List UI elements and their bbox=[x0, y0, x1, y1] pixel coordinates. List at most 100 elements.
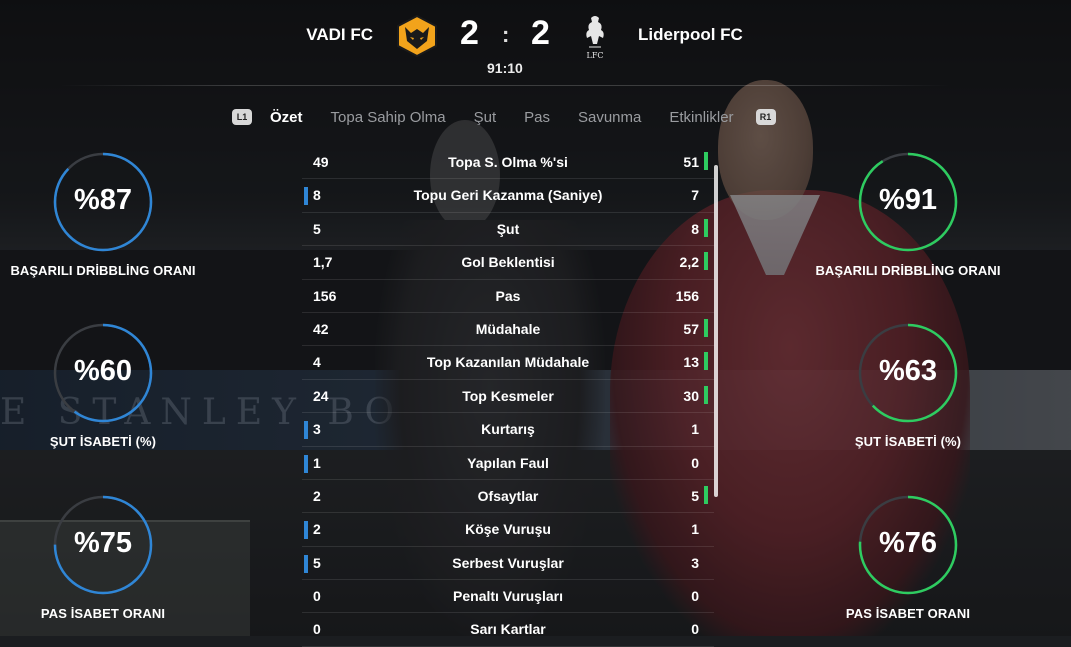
home-ring-stat: %87 BAŞARILI DRİBBLİNG ORANI bbox=[0, 150, 208, 278]
stat-row: Müdahale 42 57 bbox=[302, 313, 714, 347]
stats-scrollbar[interactable] bbox=[714, 165, 718, 497]
stat-label: Ofsaytlar bbox=[477, 487, 539, 504]
tab-possession[interactable]: Topa Sahip Olma bbox=[331, 109, 446, 126]
stat-row: Ofsaytlar 2 5 bbox=[302, 480, 714, 514]
stat-label: Penaltı Vuruşları bbox=[453, 588, 563, 605]
stat-away-value: 0 bbox=[691, 588, 699, 605]
stat-row: Penaltı Vuruşları 0 0 bbox=[302, 580, 714, 614]
stats-table[interactable]: Topa S. Olma %'si 49 51 Topu Geri Kazanma (… bbox=[302, 146, 714, 647]
match-clock: 91:10 bbox=[487, 60, 523, 76]
stat-away-value: 156 bbox=[675, 287, 699, 304]
stat-home-value: 3 bbox=[313, 421, 321, 438]
stat-row: Şut 5 8 bbox=[302, 213, 714, 247]
away-crest-text: LFC bbox=[587, 51, 604, 60]
stat-label: Top Kesmeler bbox=[462, 387, 554, 404]
stat-away-value: 3 bbox=[691, 554, 699, 571]
stat-away-value: 1 bbox=[691, 521, 699, 538]
ring-label: BAŞARILI DRİBBLİNG ORANI bbox=[815, 263, 1001, 278]
stat-row: Pas 156 156 bbox=[302, 280, 714, 313]
stat-label: Top Kazanılan Müdahale bbox=[426, 354, 590, 371]
stat-away-value: 0 bbox=[691, 621, 699, 638]
stat-away-value: 8 bbox=[691, 220, 699, 237]
stat-away-value: 30 bbox=[683, 387, 699, 404]
stat-home-value: 2 bbox=[313, 521, 321, 538]
home-team-name: VADI FC bbox=[306, 25, 373, 44]
stat-label: Gol Beklentisi bbox=[461, 254, 555, 271]
ring-label: PAS İSABET ORANI bbox=[40, 606, 166, 621]
stat-home-value: 1,7 bbox=[313, 254, 333, 271]
stat-row: Top Kesmeler 24 30 bbox=[302, 380, 714, 414]
score-separator: : bbox=[502, 22, 510, 47]
ring-label: ŞUT İSABETİ (%) bbox=[49, 434, 157, 449]
stat-home-value: 4 bbox=[313, 354, 321, 371]
stat-home-value: 24 bbox=[313, 387, 329, 404]
ring-value: %63 bbox=[878, 355, 938, 387]
stat-label: Köşe Vuruşu bbox=[465, 521, 551, 538]
stat-row: Yapılan Faul 1 0 bbox=[302, 447, 714, 480]
away-ring-stat: %63 ŞUT İSABETİ (%) bbox=[803, 321, 1013, 449]
stat-label: Yapılan Faul bbox=[467, 454, 549, 471]
stat-row: Top Kazanılan Müdahale 4 13 bbox=[302, 346, 714, 380]
away-ring-stat: %91 BAŞARILI DRİBBLİNG ORANI bbox=[803, 150, 1013, 278]
header-divider bbox=[60, 85, 950, 86]
liverbird-crest-icon: LFC bbox=[586, 16, 604, 60]
ring-value: %76 bbox=[878, 527, 938, 559]
stat-label: Müdahale bbox=[475, 320, 541, 337]
away-team-name: Liderpool FC bbox=[638, 25, 743, 44]
stat-away-value: 13 bbox=[683, 354, 699, 371]
r1-button-hint[interactable]: R1 bbox=[755, 109, 776, 125]
home-score: 2 bbox=[460, 14, 479, 52]
l1-button-hint[interactable]: L1 bbox=[232, 109, 252, 125]
stat-away-value: 7 bbox=[691, 187, 699, 204]
tab-events[interactable]: Etkinlikler bbox=[669, 109, 733, 126]
stat-home-value: 0 bbox=[313, 621, 321, 638]
ring-label: PAS İSABET ORANI bbox=[845, 606, 971, 621]
ring-label: BAŞARILI DRİBBLİNG ORANI bbox=[10, 263, 196, 278]
tab-summary[interactable]: Özet bbox=[270, 109, 303, 126]
tab-shots[interactable]: Şut bbox=[474, 109, 497, 126]
stat-away-value: 0 bbox=[691, 454, 699, 471]
ring-value: %75 bbox=[73, 527, 133, 559]
stat-home-value: 0 bbox=[313, 588, 321, 605]
stat-away-value: 51 bbox=[683, 154, 699, 170]
stat-label: Kurtarış bbox=[481, 421, 535, 438]
stat-home-value: 2 bbox=[313, 487, 321, 504]
stats-tab-bar: L1 Özet Topa Sahip Olma Şut Pas Savunma … bbox=[232, 106, 776, 128]
stat-label: Serbest Vuruşlar bbox=[452, 554, 564, 571]
stat-row: Gol Beklentisi 1,7 2,2 bbox=[302, 246, 714, 280]
stat-home-value: 5 bbox=[313, 220, 321, 237]
stat-home-value: 8 bbox=[313, 187, 321, 204]
ring-label: ŞUT İSABETİ (%) bbox=[854, 434, 962, 449]
stat-label: Topu Geri Kazanma (Saniye) bbox=[413, 187, 603, 204]
stat-label: Sarı Kartlar bbox=[470, 621, 546, 638]
stat-home-value: 5 bbox=[313, 554, 321, 571]
away-ring-stat: %76 PAS İSABET ORANI bbox=[803, 493, 1013, 621]
home-ring-stat: %75 PAS İSABET ORANI bbox=[0, 493, 208, 621]
stat-label: Pas bbox=[495, 287, 521, 304]
ring-value: %87 bbox=[73, 184, 133, 216]
stat-row: Sarı Kartlar 0 0 bbox=[302, 613, 714, 647]
stat-home-value: 156 bbox=[313, 287, 337, 304]
stat-label: Şut bbox=[496, 220, 520, 237]
home-ring-stat: %60 ŞUT İSABETİ (%) bbox=[0, 321, 208, 449]
stat-home-value: 42 bbox=[313, 320, 329, 337]
stat-away-value: 1 bbox=[691, 421, 699, 438]
stat-row: Topu Geri Kazanma (Saniye) 8 7 bbox=[302, 179, 714, 213]
wolf-crest-icon bbox=[397, 15, 437, 57]
scoreboard-header: VADI FC 2 : 2 LFC Liderpool FC 91:10 bbox=[0, 0, 1071, 90]
ring-value: %60 bbox=[73, 355, 133, 387]
tab-passing[interactable]: Pas bbox=[524, 109, 550, 126]
stat-row: Serbest Vuruşlar 5 3 bbox=[302, 547, 714, 581]
away-score: 2 bbox=[531, 14, 550, 52]
stat-home-value: 49 bbox=[313, 154, 329, 170]
stat-label: Topa S. Olma %'si bbox=[448, 154, 568, 170]
stat-row: Topa S. Olma %'si 49 51 bbox=[302, 146, 714, 180]
stat-row: Köşe Vuruşu 2 1 bbox=[302, 513, 714, 547]
stat-home-value: 1 bbox=[313, 454, 321, 471]
stat-away-value: 57 bbox=[683, 320, 699, 337]
stat-away-value: 5 bbox=[691, 487, 699, 504]
tab-defence[interactable]: Savunma bbox=[578, 109, 641, 126]
ring-value: %91 bbox=[878, 184, 938, 216]
stat-away-value: 2,2 bbox=[679, 254, 699, 271]
stat-row: Kurtarış 3 1 bbox=[302, 413, 714, 447]
